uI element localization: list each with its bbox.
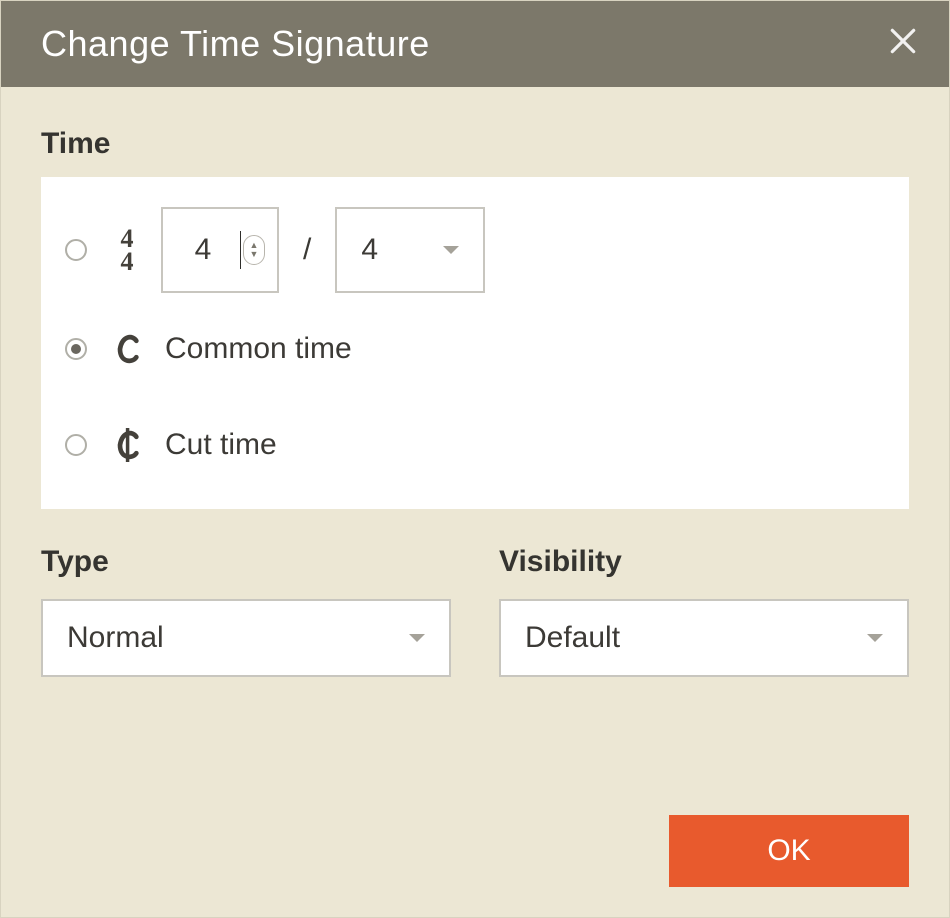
- dialog-titlebar: Change Time Signature: [1, 1, 949, 87]
- common-time-icon: [111, 332, 143, 366]
- numerator-stepper[interactable]: 4 ▲▼: [161, 207, 279, 293]
- numerator-value: 4: [163, 233, 243, 267]
- chevron-down-icon: [443, 246, 459, 254]
- time-option-custom[interactable]: 4 4 4 ▲▼ / 4: [65, 207, 885, 293]
- denominator-value: 4: [361, 233, 378, 267]
- text-cursor: [240, 231, 242, 269]
- time-signature-44-icon: 4 4: [111, 227, 143, 274]
- visibility-section-label: Visibility: [499, 545, 909, 579]
- cut-time-icon: [111, 428, 143, 462]
- time-section-label: Time: [41, 127, 909, 161]
- radio-custom-time[interactable]: [65, 239, 87, 261]
- time-option-common[interactable]: Common time: [65, 309, 885, 389]
- type-section-label: Type: [41, 545, 451, 579]
- radio-common-time[interactable]: [65, 338, 87, 360]
- type-dropdown[interactable]: Normal: [41, 599, 451, 677]
- visibility-value: Default: [525, 621, 620, 655]
- type-column: Type Normal: [41, 545, 451, 677]
- cut-time-label: Cut time: [165, 428, 277, 462]
- time-option-cut[interactable]: Cut time: [65, 405, 885, 485]
- dialog-title: Change Time Signature: [41, 23, 430, 65]
- time-signature-separator: /: [303, 233, 311, 267]
- common-time-label: Common time: [165, 332, 352, 366]
- dialog-footer: OK: [669, 815, 909, 887]
- denominator-dropdown[interactable]: 4: [335, 207, 485, 293]
- chevron-down-icon: [867, 634, 883, 642]
- time-panel: 4 4 4 ▲▼ / 4: [41, 177, 909, 509]
- select-row: Type Normal Visibility Default: [41, 545, 909, 677]
- visibility-column: Visibility Default: [499, 545, 909, 677]
- change-time-signature-dialog: Change Time Signature Time 4 4 4: [0, 0, 950, 918]
- chevron-down-icon: [409, 634, 425, 642]
- spinner-arrows-icon[interactable]: ▲▼: [243, 235, 265, 265]
- close-icon[interactable]: [887, 24, 919, 64]
- radio-cut-time[interactable]: [65, 434, 87, 456]
- dialog-content: Time 4 4 4 ▲▼ / 4: [1, 87, 949, 707]
- visibility-dropdown[interactable]: Default: [499, 599, 909, 677]
- ok-button[interactable]: OK: [669, 815, 909, 887]
- type-value: Normal: [67, 621, 164, 655]
